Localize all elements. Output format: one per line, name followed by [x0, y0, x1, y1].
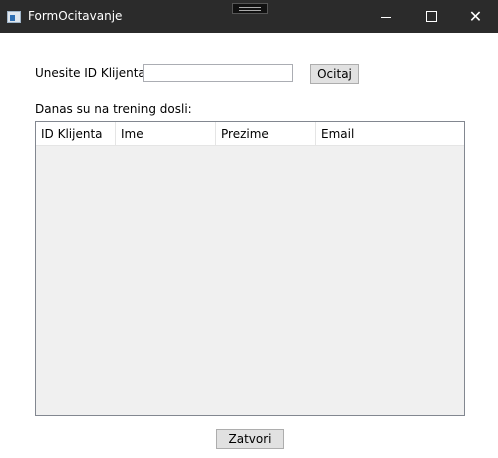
app-window-icon	[7, 11, 21, 23]
maximize-icon	[426, 11, 437, 22]
minimize-icon	[380, 17, 391, 18]
column-header-last-name[interactable]: Prezime	[216, 122, 316, 145]
drag-grip-icon[interactable]	[232, 3, 268, 14]
minimize-button[interactable]	[363, 0, 408, 33]
client-id-label: Unesite ID Klijenta:	[35, 66, 150, 80]
attendance-grid[interactable]: ID Klijenta Ime Prezime Email	[35, 121, 465, 416]
read-button[interactable]: Ocitaj	[310, 64, 359, 84]
column-header-email[interactable]: Email	[316, 122, 464, 145]
close-window-button[interactable]: ✕	[453, 0, 498, 33]
title-bar[interactable]: FormOcitavanje ✕	[0, 0, 498, 33]
window-title: FormOcitavanje	[28, 9, 123, 23]
client-id-input[interactable]	[143, 64, 293, 82]
maximize-button[interactable]	[409, 0, 454, 33]
grid-header: ID Klijenta Ime Prezime Email	[36, 122, 464, 146]
close-button[interactable]: Zatvori	[216, 429, 284, 449]
column-header-first-name[interactable]: Ime	[116, 122, 216, 145]
column-header-client-id[interactable]: ID Klijenta	[36, 122, 116, 145]
close-icon: ✕	[468, 6, 483, 26]
attendance-list-label: Danas su na trening dosli:	[35, 102, 192, 116]
